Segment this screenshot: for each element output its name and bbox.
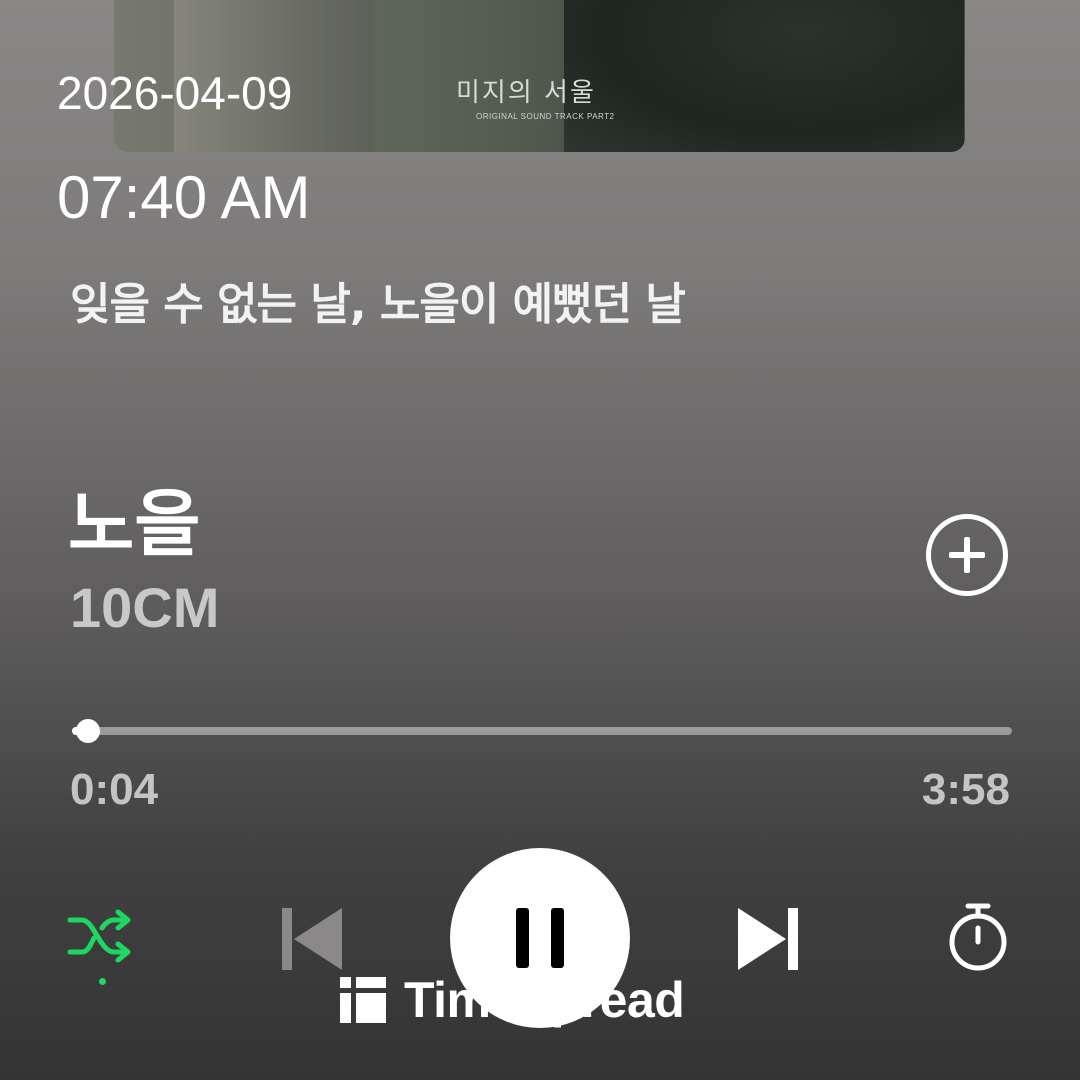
watermark-text: TimeSpread	[404, 972, 685, 1028]
album-art-figure-right	[564, 0, 964, 152]
add-to-library-button[interactable]	[926, 514, 1008, 596]
overlay-date: 2026-04-09	[57, 67, 293, 119]
skip-next-icon	[738, 908, 798, 970]
next-track-button[interactable]	[736, 906, 800, 972]
skip-previous-icon	[282, 908, 342, 970]
track-title: 노을	[68, 482, 201, 566]
current-lyric-line: 잊을 수 없는 날, 노을이 예뻤던 날	[70, 279, 686, 330]
total-duration: 3:58	[921, 765, 1010, 814]
pause-bar-left	[516, 908, 529, 968]
pause-icon	[516, 908, 564, 968]
overlay-time: 07:40 AM	[57, 164, 311, 231]
shuffle-button[interactable]	[66, 906, 140, 986]
shuffle-active-indicator	[99, 978, 106, 985]
track-artist[interactable]: 10CM	[70, 575, 219, 640]
elapsed-time: 0:04	[70, 765, 159, 814]
pause-bar-right	[551, 908, 564, 968]
album-art-title: 미지의 서울	[456, 78, 596, 108]
watermark: TimeSpread	[340, 970, 685, 1030]
progress-bar[interactable]	[72, 719, 1012, 743]
shuffle-icon	[67, 909, 131, 963]
album-art-subtitle: ORIGINAL SOUND TRACK PART2	[476, 112, 615, 121]
watermark-logo-icon	[340, 977, 386, 1023]
previous-track-button[interactable]	[280, 906, 344, 972]
progress-thumb[interactable]	[75, 719, 100, 743]
sleep-timer-button[interactable]	[946, 902, 1010, 974]
sleep-timer-icon	[949, 903, 1007, 971]
